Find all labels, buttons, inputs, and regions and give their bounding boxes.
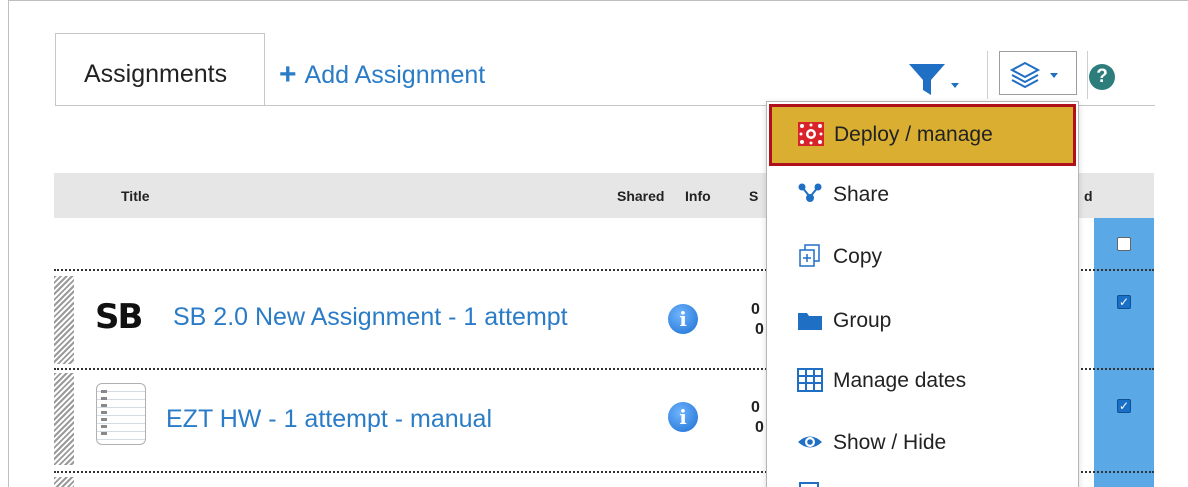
header-clipped: S [749,188,759,204]
actions-dropdown-button[interactable] [999,51,1077,95]
folder-icon [798,313,822,330]
help-icon[interactable]: ? [1089,64,1115,90]
menu-item-deploy-manage[interactable]: Deploy / manage [769,104,1076,166]
menu-item-manage-dates[interactable]: Manage dates [767,352,1078,408]
plus-icon: + [279,58,297,91]
header-info[interactable]: Info [685,188,711,204]
share-icon [798,183,822,202]
menu-item-partial-icon [799,482,819,487]
copy-icon [799,244,820,267]
menu-item-label: Manage dates [833,369,967,392]
drag-handle[interactable] [54,276,74,364]
date-clipped: 0 [751,399,760,416]
info-icon[interactable]: i [668,402,698,432]
menu-item-label: Deploy / manage [834,123,993,146]
menu-item-label: Show / Hide [833,431,947,454]
assignment-title-link[interactable]: SB 2.0 New Assignment - 1 attempt [173,303,568,332]
menu-item-label: Group [833,309,892,332]
date-clipped: 0 [755,321,764,338]
toolbar-separator [1087,51,1088,99]
filter-icon [909,64,959,95]
drag-handle[interactable] [54,373,74,465]
header-shared[interactable]: Shared [617,188,664,204]
toolbar-separator [987,51,988,99]
app-frame: Assignments + Add Assignment ? Title Shar… [8,0,1188,487]
drag-handle[interactable] [54,477,74,487]
layers-icon [1009,61,1058,89]
menu-item-group[interactable]: Group [767,292,1078,348]
actions-menu: Deploy / manage Share Copy Group Manage … [766,101,1079,487]
sb-logo-icon: SB [95,297,143,337]
select-all-checkbox[interactable] [1117,237,1131,251]
tab-assignments-label: Assignments [84,60,228,88]
deploy-icon [798,122,824,146]
notebook-icon [96,383,146,445]
header-title[interactable]: Title [121,188,150,204]
calendar-grid-icon [797,368,823,392]
menu-item-show-hide[interactable]: Show / Hide [767,414,1078,470]
row-checkbox[interactable]: ✓ [1117,295,1131,309]
menu-item-copy[interactable]: Copy [767,228,1078,284]
row-checkbox[interactable]: ✓ [1117,399,1131,413]
add-assignment-label: Add Assignment [304,61,486,89]
eye-icon [798,436,822,448]
assignment-title-link[interactable]: EZT HW - 1 attempt - manual [166,405,492,434]
menu-item-share[interactable]: Share [767,166,1078,222]
info-icon[interactable]: i [668,304,698,334]
date-clipped: 0 [751,301,760,318]
header-clipped-right: d [1084,188,1093,204]
menu-item-label: Copy [833,245,883,268]
filter-dropdown-button[interactable] [907,61,963,101]
tab-assignments[interactable]: Assignments [55,33,265,105]
add-assignment-link[interactable]: + Add Assignment [279,57,485,91]
menu-item-label: Share [833,183,890,206]
date-clipped: 0 [755,419,764,436]
selection-column [1094,218,1154,487]
